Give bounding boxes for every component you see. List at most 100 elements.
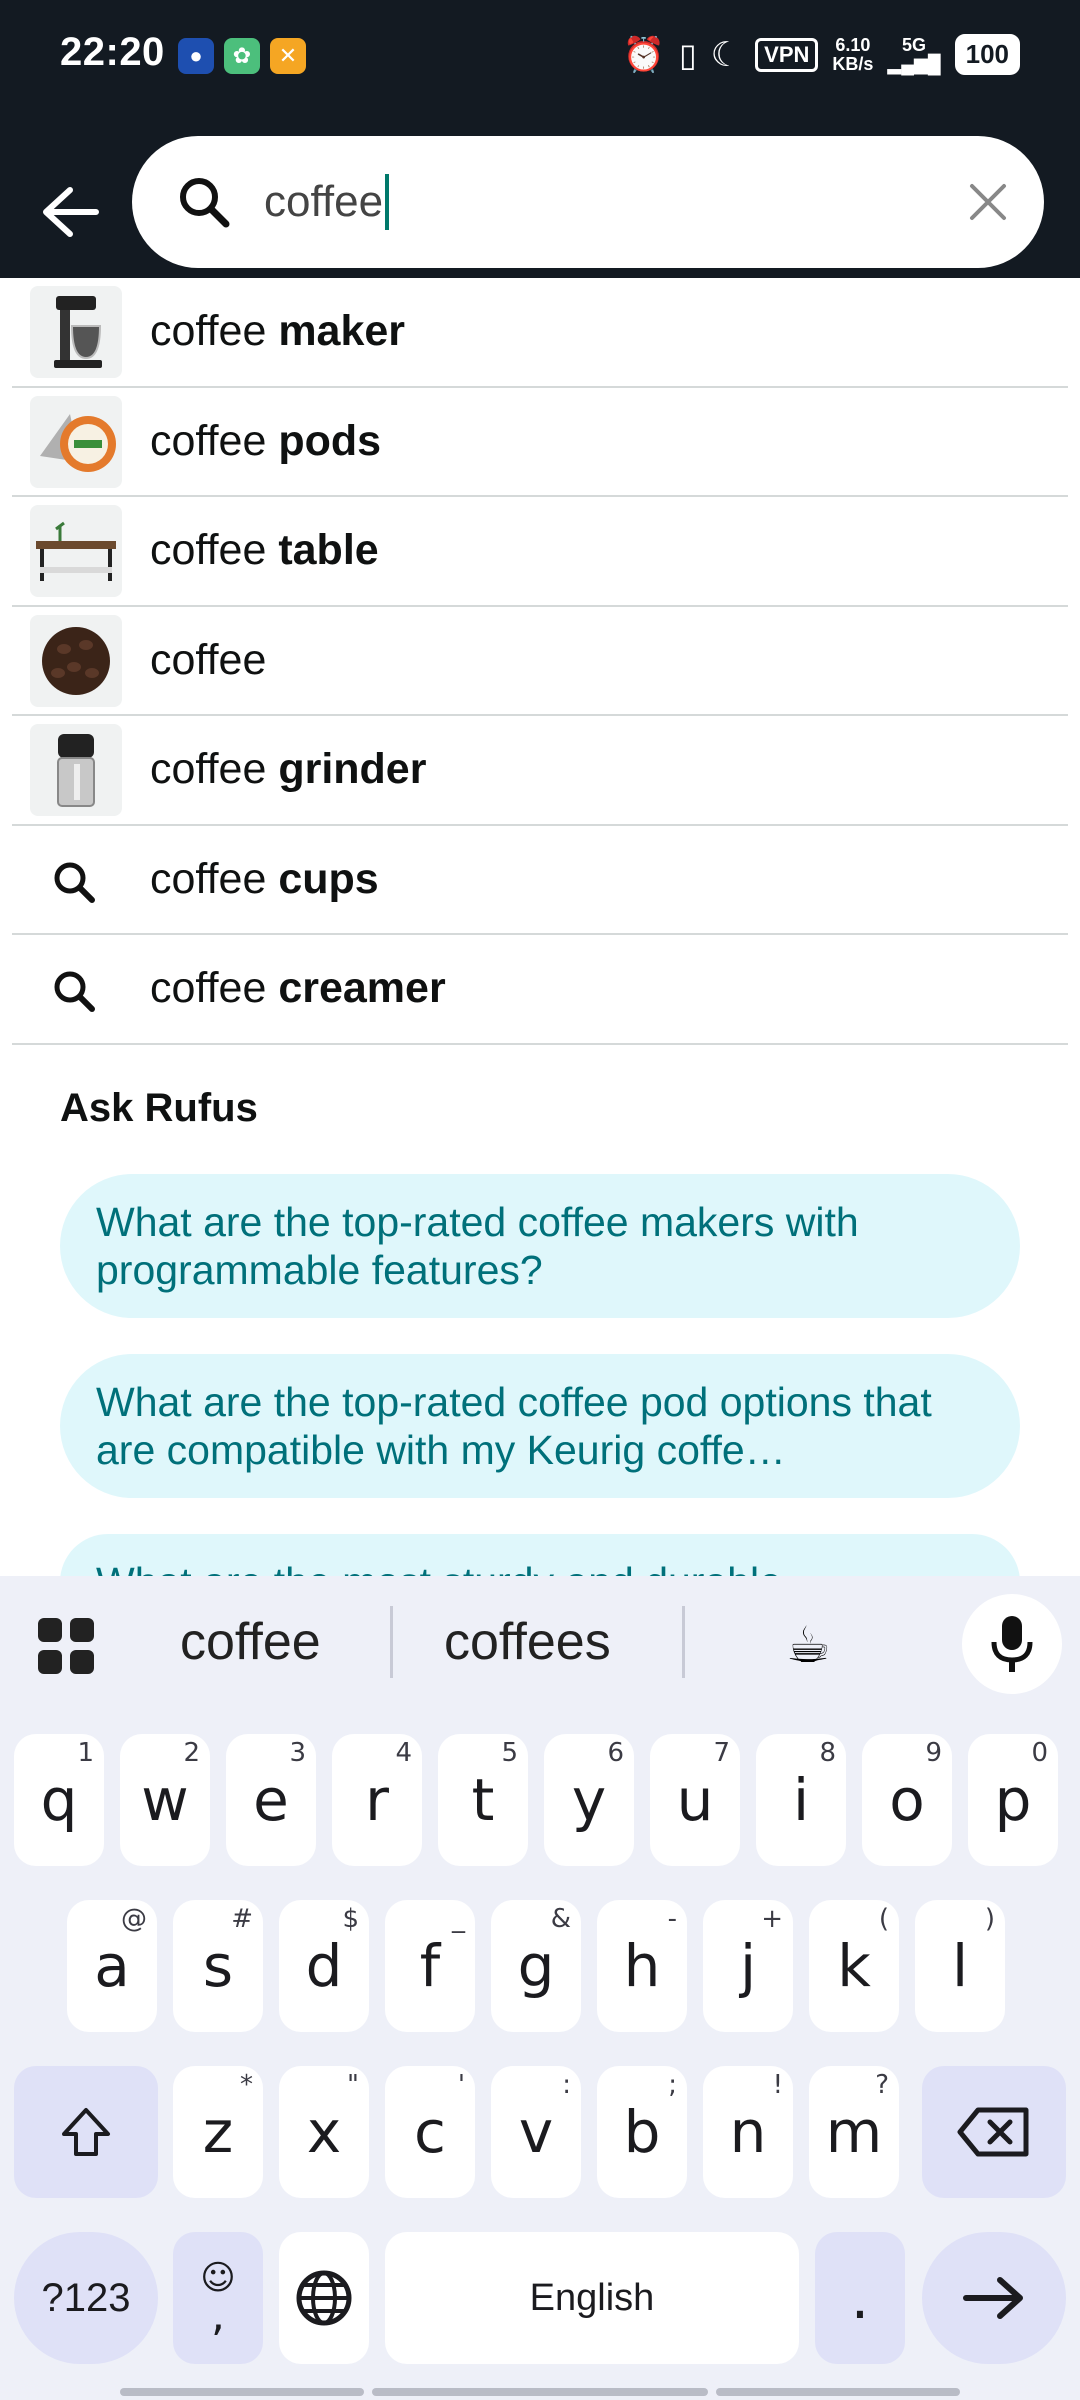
arrow-right-icon [963, 2277, 1023, 2319]
key-p[interactable]: p0 [968, 1734, 1058, 1866]
do-not-disturb-icon: ☾ [710, 35, 742, 74]
suggestion-item[interactable]: coffee [12, 607, 1068, 716]
suggestion-item[interactable]: coffee maker [12, 278, 1068, 388]
key-a[interactable]: a @ [67, 1900, 157, 2032]
search-field[interactable]: coffee [132, 136, 1044, 268]
suggestion-text: coffee maker [150, 307, 406, 356]
text-cursor [385, 174, 390, 230]
app-notification-icon: ● [178, 38, 214, 74]
key-g[interactable]: g & [491, 1900, 581, 2032]
coffee-grinder-thumbnail [30, 724, 122, 816]
on-screen-keyboard: coffee coffees ☕ q1 w2 e3 r4 t5 y6 u7 i8… [0, 1576, 1080, 2400]
microphone-icon [991, 1616, 1033, 1672]
keyboard-suggestion[interactable]: coffees [444, 1612, 611, 1672]
battery-indicator: 100 [954, 34, 1020, 75]
signal-bars-icon: ▂▄▆█ [887, 53, 941, 74]
app-notification-icon: ✿ [224, 38, 260, 74]
speed-unit: KB/s [832, 53, 874, 74]
search-suggestions: coffee maker coffee pods coffee table co… [0, 278, 1080, 1045]
key-x[interactable]: x " [279, 2066, 369, 2198]
tools-icon: ✕ [270, 38, 306, 74]
search-icon [176, 174, 232, 230]
shift-icon [62, 2108, 110, 2156]
key-c[interactable]: c ' [385, 2066, 475, 2198]
period-key[interactable]: . [815, 2232, 905, 2364]
nav-handle [372, 2388, 708, 2396]
suggestion-text: coffee table [150, 526, 379, 575]
key-l[interactable]: l) [915, 1900, 1005, 2032]
key-m[interactable]: m? [809, 2066, 899, 2198]
apps-grid-icon[interactable] [36, 1616, 96, 1676]
network-speed: 6.10 KB/s [832, 35, 874, 74]
key-n[interactable]: n! [703, 2066, 793, 2198]
key-b[interactable]: b; [597, 2066, 687, 2198]
screen: 22:20 ● ✿ ✕ ⏰ ▯ ☾ VPN 6.10 KB/s 5G ▂▄▆█ [0, 0, 1080, 2400]
back-button[interactable] [30, 172, 110, 252]
alarm-icon: ⏰ [622, 35, 666, 74]
key-z[interactable]: z * [173, 2066, 263, 2198]
coffee-table-thumbnail [30, 505, 122, 597]
coffee-pods-thumbnail [30, 395, 122, 488]
suggestion-text: coffee creamer [150, 964, 446, 1013]
suggestion-text: coffee grinder [150, 745, 427, 794]
back-arrow-icon [43, 187, 99, 237]
search-query: coffee [264, 177, 384, 226]
close-icon [970, 184, 1006, 220]
microphone-button[interactable] [962, 1594, 1062, 1694]
divider [682, 1606, 685, 1678]
status-indicators: ⏰ ▯ ☾ VPN 6.10 KB/s 5G ▂▄▆█ 100 [623, 34, 1020, 75]
keyboard-suggestion[interactable]: coffee [180, 1612, 321, 1672]
keyboard-suggestion-strip: coffee coffees ☕ [0, 1576, 1080, 1712]
suggestion-text: coffee [150, 635, 267, 684]
key-h[interactable]: h- [597, 1900, 687, 2032]
symbols-key[interactable]: ?123 [14, 2232, 158, 2364]
backspace-icon [957, 2107, 1029, 2157]
key-i[interactable]: i8 [756, 1734, 846, 1866]
search-icon [50, 967, 98, 1015]
status-app-icons: ● ✿ ✕ [178, 38, 306, 74]
key-k[interactable]: k( [809, 1900, 899, 2032]
key-e[interactable]: e3 [226, 1734, 316, 1866]
key-d[interactable]: d $ [279, 1900, 369, 2032]
key-q[interactable]: q1 [14, 1734, 104, 1866]
comma-label: , [211, 2290, 225, 2341]
vpn-badge: VPN [755, 37, 819, 72]
nav-handle [716, 2388, 960, 2396]
key-r[interactable]: r4 [332, 1734, 422, 1866]
header: 22:20 ● ✿ ✕ ⏰ ▯ ☾ VPN 6.10 KB/s 5G ▂▄▆█ [0, 0, 1080, 278]
coffee-beans-thumbnail [30, 614, 122, 707]
key-s[interactable]: s # [173, 1900, 263, 2032]
ask-rufus-heading: Ask Rufus [60, 1086, 258, 1130]
shift-key[interactable] [14, 2066, 158, 2198]
search-input[interactable]: coffee [264, 172, 390, 232]
key-t[interactable]: t5 [438, 1734, 528, 1866]
clear-search-button[interactable] [962, 176, 1014, 228]
suggestion-item[interactable]: coffee creamer [12, 935, 1068, 1045]
network-type: 5G [902, 34, 927, 55]
search-icon [50, 858, 98, 906]
divider [390, 1606, 393, 1678]
backspace-key[interactable] [922, 2066, 1066, 2198]
vibrate-icon: ▯ [679, 36, 697, 73]
suggestion-item[interactable]: coffee cups [12, 826, 1068, 935]
status-time: 22:20 [60, 30, 165, 74]
suggestion-item[interactable]: coffee table [12, 497, 1068, 607]
key-j[interactable]: j + [703, 1900, 793, 2032]
language-switch-key[interactable] [279, 2232, 369, 2364]
key-u[interactable]: u7 [650, 1734, 740, 1866]
suggestion-item[interactable]: coffee grinder [12, 716, 1068, 826]
suggestion-item[interactable]: coffee pods [12, 388, 1068, 497]
space-bar[interactable]: English [385, 2232, 799, 2364]
key-f[interactable]: f _ [385, 1900, 475, 2032]
key-v[interactable]: v: [491, 2066, 581, 2198]
rufus-question-chip[interactable]: What are the top-rated coffee pod option… [60, 1354, 1020, 1498]
key-y[interactable]: y6 [544, 1734, 634, 1866]
key-o[interactable]: o9 [862, 1734, 952, 1866]
status-bar: 22:20 ● ✿ ✕ ⏰ ▯ ☾ VPN 6.10 KB/s 5G ▂▄▆█ [0, 0, 1080, 112]
emoji-comma-key[interactable]: ☺ , [173, 2232, 263, 2364]
rufus-question-chip[interactable]: What are the top-rated coffee makers wit… [60, 1174, 1020, 1318]
key-w[interactable]: w2 [120, 1734, 210, 1866]
enter-key[interactable] [922, 2232, 1066, 2364]
emoji-suggestion[interactable]: ☕ [786, 1616, 831, 1674]
suggestion-text: coffee cups [150, 854, 379, 903]
